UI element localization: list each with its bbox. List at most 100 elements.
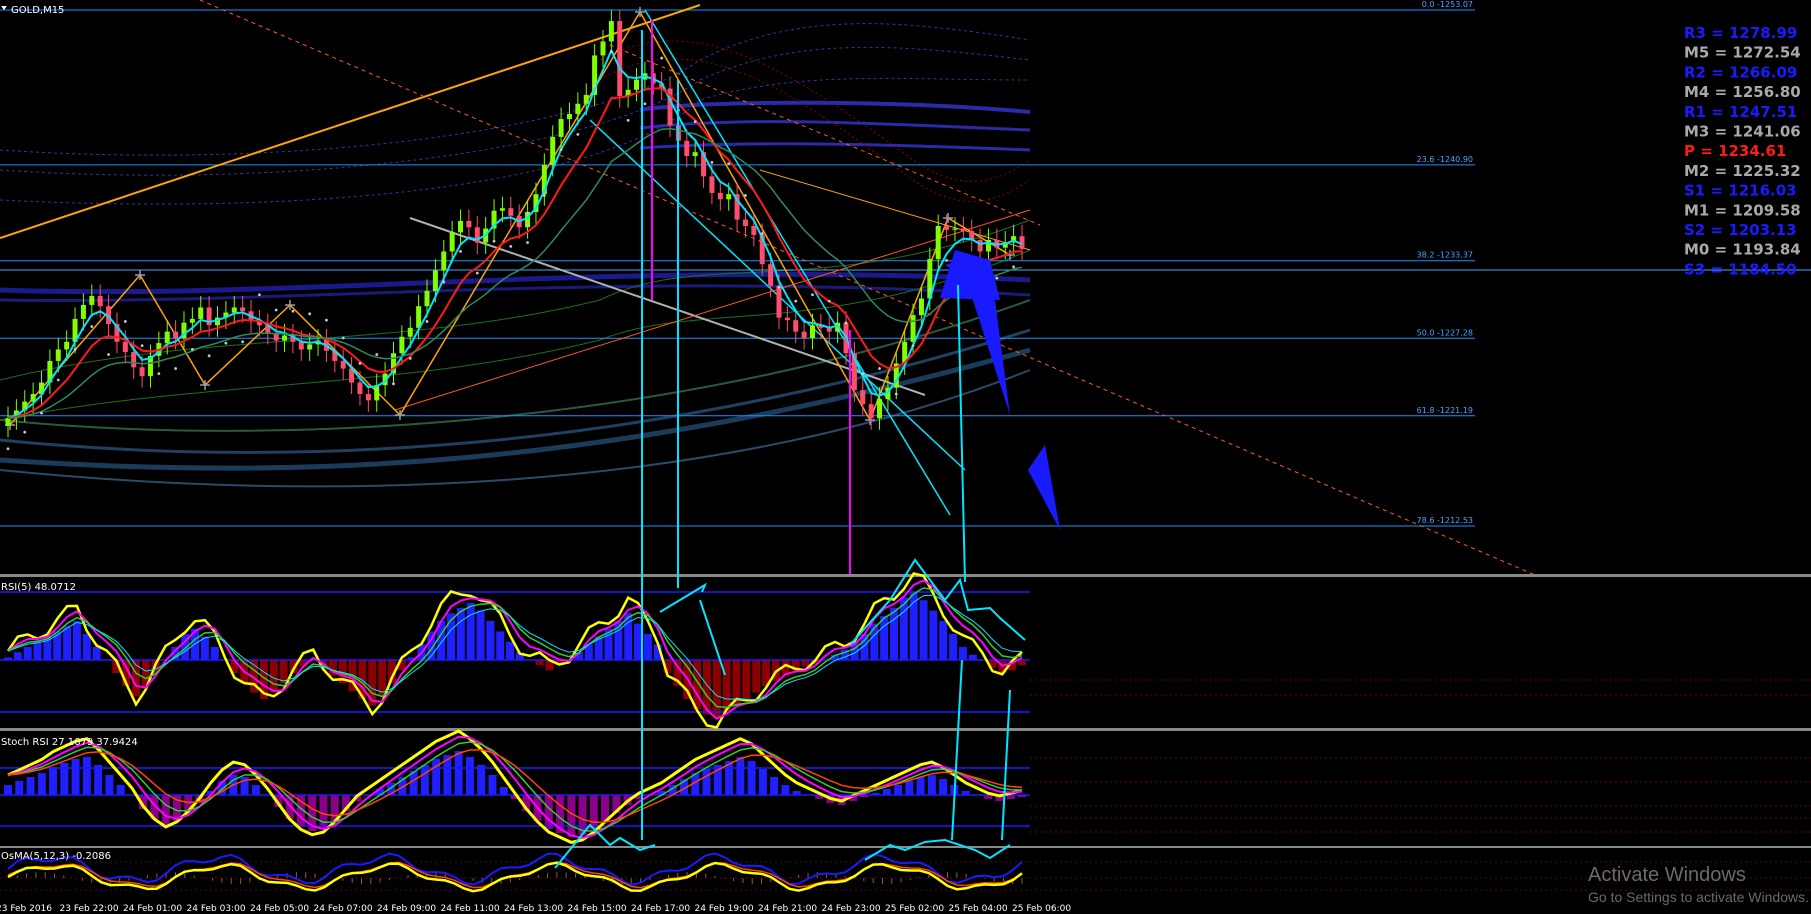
ema-fast-line	[7, 47, 1023, 420]
time-axis-label: 25 Feb 04:00	[949, 904, 1008, 914]
annotations	[554, 30, 1026, 869]
candle-body	[944, 225, 950, 230]
annotation-zigzag	[864, 838, 1011, 861]
stoch-histogram-bar	[589, 795, 598, 829]
candle-body	[340, 360, 346, 369]
rsi-line	[6, 572, 1023, 729]
candle-body	[173, 331, 179, 339]
candle-body	[952, 228, 958, 230]
trendline	[0, 4, 701, 239]
candle-body	[801, 331, 807, 339]
sar-dot	[626, 118, 630, 122]
sar-dot	[542, 194, 546, 197]
candle-body	[189, 318, 195, 323]
sar-dot	[509, 244, 513, 248]
sar-dot	[878, 367, 881, 370]
trading-chart[interactable]: 0.0 -1253.07 23.6 -1240.90 38.2 -1233.37 50…	[0, 0, 1811, 914]
stoch-histogram-bar	[37, 773, 46, 795]
sar-dot	[777, 285, 781, 289]
time-axis-label: 23 Feb 22:00	[60, 904, 119, 914]
time-axis-label: 24 Feb 11:00	[441, 904, 500, 914]
rsi-histogram-bar	[23, 647, 32, 660]
stoch-histogram-bar	[26, 777, 35, 795]
rsi-histogram-bar	[476, 610, 485, 660]
sar-dot	[258, 293, 261, 297]
chevron-down-icon[interactable]	[1, 6, 7, 10]
sar-dot	[23, 430, 27, 434]
stoch-histogram-bar	[15, 781, 24, 795]
rsi-histogram-bar	[33, 641, 42, 660]
candle-body	[768, 264, 774, 286]
ma-band	[0, 23, 1031, 156]
candle-body	[742, 219, 748, 226]
stoch-histogram-bar	[488, 775, 497, 795]
candle-body	[751, 225, 757, 235]
rsi-histogram-bar	[506, 641, 515, 660]
rsi-subwindow[interactable]	[0, 572, 1811, 729]
candle-body	[357, 382, 363, 395]
sar-dot	[995, 276, 999, 280]
sar-dot	[593, 84, 597, 88]
sar-dot	[643, 102, 647, 106]
rsi-histogram-bar	[742, 660, 751, 699]
time-axis-label: 24 Feb 21:00	[758, 904, 817, 914]
candle-body	[617, 21, 623, 97]
sar-dot	[861, 372, 865, 376]
pivot-level-text: M0 = 1193.84	[1684, 241, 1801, 259]
sar-dot	[576, 132, 580, 136]
candle-body	[407, 327, 413, 337]
pivot-level-text: M1 = 1209.58	[1684, 201, 1801, 219]
candle-body	[809, 325, 815, 339]
rsi-histogram-bar	[634, 623, 643, 660]
candle-body	[717, 192, 723, 200]
sar-dot	[693, 120, 697, 124]
candle-body	[399, 336, 405, 354]
candle-body	[466, 220, 472, 228]
rsi-histogram-bar	[939, 621, 948, 660]
sar-dot	[811, 293, 814, 297]
candle-body	[499, 208, 505, 211]
osma-subwindow[interactable]	[0, 852, 1811, 893]
rsi-histogram-bar	[456, 608, 465, 660]
pivot-level-text: M5 = 1272.54	[1684, 44, 1801, 62]
pane-separator	[0, 728, 1811, 731]
stoch-histogram-bar	[4, 785, 12, 795]
candle-body	[80, 304, 86, 319]
main-price-pane[interactable]: 0.0 -1253.07 23.6 -1240.90 38.2 -1233.37 50…	[0, 0, 1811, 848]
sar-dot	[827, 299, 831, 303]
fib-level-label: 23.6 -1240.90	[1417, 155, 1473, 164]
sar-dot	[844, 321, 848, 325]
sar-dot	[660, 56, 664, 60]
pivot-level-text: M3 = 1241.06	[1684, 123, 1801, 141]
ma-band	[0, 299, 1031, 432]
sar-dot	[224, 341, 228, 345]
time-axis-label: 24 Feb 13:00	[504, 904, 563, 914]
sar-dot	[140, 344, 144, 348]
sar-dot	[90, 325, 94, 328]
stoch-histogram-bar	[477, 765, 486, 795]
time-axis-label: 24 Feb 09:00	[377, 904, 436, 914]
rsi-histogram-bar	[466, 602, 475, 660]
rsi-histogram-bar	[919, 600, 928, 660]
stoch-histogram-bar	[702, 769, 711, 795]
pane-separator	[0, 846, 1811, 848]
sar-dot	[6, 447, 10, 451]
sar-dot	[794, 299, 798, 303]
sar-dot	[274, 308, 278, 312]
sar-dot	[492, 239, 496, 243]
sar-dot	[911, 344, 915, 348]
sar-dot	[207, 354, 211, 358]
stoch-rsi-subwindow[interactable]	[0, 729, 1811, 844]
stoch-histogram-bar	[49, 767, 58, 795]
rsi-label: RSI(5) 48.0712	[1, 582, 76, 593]
candle-body	[449, 232, 455, 252]
stoch-histogram-bar	[82, 757, 91, 795]
sar-dot	[375, 353, 379, 356]
divergence-arrow-line	[957, 284, 966, 583]
sar-dot	[1012, 265, 1016, 269]
candle-body	[139, 367, 145, 377]
stoch-histogram-bar	[894, 785, 903, 795]
candle-body	[198, 307, 204, 319]
candle-body	[566, 113, 572, 120]
sar-dot	[341, 336, 345, 340]
